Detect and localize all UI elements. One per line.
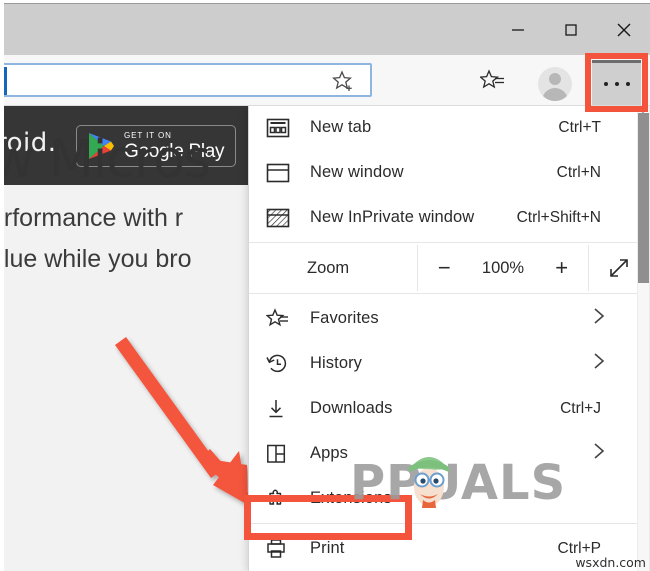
page-headline: w Micros: [4, 130, 211, 190]
menu-item-label: History: [310, 354, 363, 372]
collections-button[interactable]: [479, 69, 506, 98]
favorites-icon: [266, 307, 310, 330]
menu-item-label: New tab: [310, 118, 372, 136]
avatar-head: [549, 73, 561, 85]
zoom-in-button[interactable]: +: [547, 257, 577, 279]
history-icon: [266, 353, 310, 375]
menu-divider: [249, 293, 649, 294]
zoom-out-button[interactable]: −: [429, 257, 459, 279]
menu-item-shortcut: Ctrl+Shift+N: [516, 208, 601, 226]
menu-item-shortcut: Ctrl+J: [560, 399, 601, 417]
extensions-highlight-box: [244, 495, 412, 540]
avatar-body: [542, 88, 568, 101]
window-left-edge: [0, 106, 4, 571]
page-subtext-line1: erformance with r: [4, 204, 184, 232]
add-favorite-button[interactable]: [332, 70, 356, 99]
menu-item-downloads[interactable]: Downloads Ctrl+J: [249, 386, 649, 431]
window-top-left-edge: [0, 0, 4, 106]
menu-item-label: Favorites: [310, 309, 379, 327]
chevron-right-icon: [593, 352, 605, 375]
zoom-value: 100%: [481, 258, 525, 277]
menu-item-label: Downloads: [310, 399, 393, 417]
minimize-button[interactable]: [491, 4, 544, 56]
window-controls: [491, 4, 650, 56]
menu-item-shortcut: Ctrl+T: [558, 118, 601, 136]
apps-icon: [266, 443, 310, 465]
appuals-mascot-icon: [409, 457, 449, 508]
menu-item-new-window[interactable]: New window Ctrl+N: [249, 150, 649, 195]
fullscreen-icon: [610, 259, 628, 277]
maximize-button[interactable]: [544, 4, 597, 56]
minimize-icon: [511, 29, 524, 31]
browser-toolbar: [0, 55, 650, 106]
menu-item-shortcut: Ctrl+N: [556, 163, 601, 181]
menu-item-label: Apps: [310, 444, 349, 462]
print-icon: [266, 538, 310, 560]
maximize-icon: [564, 24, 577, 36]
menu-item-label: New window: [310, 163, 404, 181]
new-window-icon: [266, 163, 310, 183]
menu-item-label: Print: [310, 539, 345, 557]
page-subtext-line2: alue while you bro: [4, 245, 192, 273]
close-icon: [617, 23, 630, 37]
profile-avatar[interactable]: [538, 67, 572, 101]
settings-button-highlight-box: [585, 53, 648, 112]
menu-scrollbar-thumb[interactable]: [638, 113, 649, 283]
zoom-label: Zoom: [307, 258, 350, 277]
menu-item-favorites[interactable]: Favorites: [249, 296, 649, 341]
chevron-right-icon: [593, 307, 605, 330]
star-plus-icon: [332, 70, 352, 91]
inprivate-window-icon: [266, 208, 310, 228]
menu-scrollbar[interactable]: [637, 105, 649, 571]
menu-zoom-row: Zoom − 100% +: [249, 245, 649, 291]
chevron-right-icon: [593, 442, 605, 465]
new-tab-icon: [266, 118, 310, 138]
source-watermark: wsxdn.com: [575, 555, 646, 570]
zoom-controls: − 100% +: [417, 245, 589, 291]
menu-divider: [249, 242, 649, 243]
menu-item-new-inprivate-window[interactable]: New InPrivate window Ctrl+Shift+N: [249, 195, 649, 240]
window-titlebar: [4, 3, 650, 56]
menu-item-label: New InPrivate window: [310, 208, 475, 226]
menu-item-history[interactable]: History: [249, 341, 649, 386]
close-button[interactable]: [597, 4, 650, 56]
collections-icon: [479, 69, 504, 89]
address-bar[interactable]: [0, 63, 372, 97]
screenshot-root: roid. GET IT ON Google Play w Micros erf…: [0, 0, 650, 571]
downloads-icon: [266, 398, 310, 420]
